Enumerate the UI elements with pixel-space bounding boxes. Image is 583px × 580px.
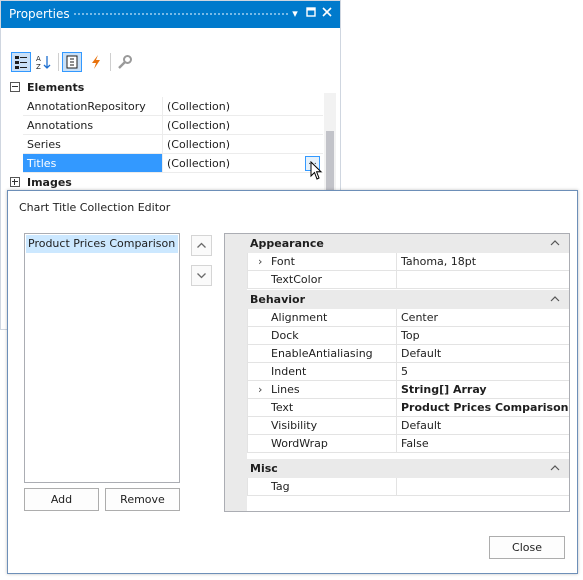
grid-row[interactable]: › Lines String[] Array — [247, 381, 569, 399]
grid-row[interactable]: TextColor — [247, 271, 569, 289]
down-arrow-icon — [197, 273, 206, 279]
scroll-thumb[interactable] — [326, 131, 334, 191]
grid-row[interactable]: › Font Tahoma, 18pt — [247, 253, 569, 271]
expand-arrow-icon[interactable]: › — [258, 383, 262, 396]
grid-row[interactable]: Visibility Default — [247, 417, 569, 435]
up-arrow-icon — [197, 242, 206, 248]
move-up-button[interactable] — [191, 235, 212, 256]
cursor-icon — [310, 161, 323, 180]
collapse-caret-icon[interactable] — [550, 464, 560, 472]
grid-row[interactable]: Indent 5 — [247, 363, 569, 381]
wrench-icon[interactable] — [115, 52, 135, 72]
add-button[interactable]: Add — [24, 488, 99, 511]
collection-editor-dialog: Chart Title Collection Editor Product Pr… — [7, 190, 578, 574]
title-grip — [73, 12, 288, 17]
dialog-title: Chart Title Collection Editor — [19, 201, 171, 214]
category-appearance[interactable]: Appearance — [225, 234, 569, 253]
category-misc[interactable]: Misc — [225, 459, 569, 478]
svg-text:A: A — [36, 55, 41, 63]
close-button[interactable]: Close — [489, 536, 565, 559]
category-elements[interactable]: Elements — [1, 78, 323, 97]
grid-row[interactable]: Text Product Prices Comparison — [247, 399, 569, 417]
grid-row[interactable]: Tag — [247, 478, 569, 496]
svg-text:Z: Z — [36, 63, 41, 71]
dropdown-icon[interactable]: ▾ — [287, 6, 303, 22]
grid-row[interactable]: Alignment Center — [247, 309, 569, 327]
toolbar-separator — [58, 53, 59, 71]
close-icon[interactable] — [319, 6, 335, 22]
category-behavior[interactable]: Behavior — [225, 290, 569, 309]
categorized-icon[interactable] — [11, 52, 31, 72]
property-row[interactable]: Series (Collection) — [23, 135, 323, 154]
grid-row[interactable]: Dock Top — [247, 327, 569, 345]
remove-button[interactable]: Remove — [105, 488, 180, 511]
pin-icon[interactable] — [303, 6, 319, 22]
alphabetical-icon[interactable]: AZ — [34, 52, 54, 72]
property-row[interactable]: Annotations (Collection) — [23, 116, 323, 135]
grid-row[interactable]: WordWrap False — [247, 435, 569, 453]
property-grid[interactable]: Appearance › Font Tahoma, 18pt TextColor… — [224, 233, 570, 512]
property-row-selected[interactable]: Titles (Collection) — [23, 154, 323, 173]
grid-row[interactable]: EnableAntialiasing Default — [247, 345, 569, 363]
collapse-caret-icon[interactable] — [550, 295, 560, 303]
text-value-editor[interactable]: Product Prices Comparison — [401, 401, 569, 414]
events-icon[interactable] — [86, 52, 106, 72]
property-row[interactable]: AnnotationRepository (Collection) — [23, 97, 323, 116]
collapse-caret-icon[interactable] — [550, 239, 560, 247]
properties-title-bar[interactable]: Properties ▾ — [1, 1, 340, 28]
properties-toolbar: AZ — [1, 48, 340, 76]
move-down-button[interactable] — [191, 265, 212, 286]
toolbar-separator — [110, 53, 111, 71]
titles-list[interactable]: Product Prices Comparison — [24, 233, 180, 483]
properties-title: Properties — [9, 7, 70, 21]
properties-icon[interactable] — [62, 52, 82, 72]
collapse-icon[interactable] — [10, 82, 20, 92]
list-item[interactable]: Product Prices Comparison — [26, 235, 178, 253]
expand-arrow-icon[interactable]: › — [258, 255, 262, 268]
expand-icon[interactable] — [10, 177, 20, 187]
